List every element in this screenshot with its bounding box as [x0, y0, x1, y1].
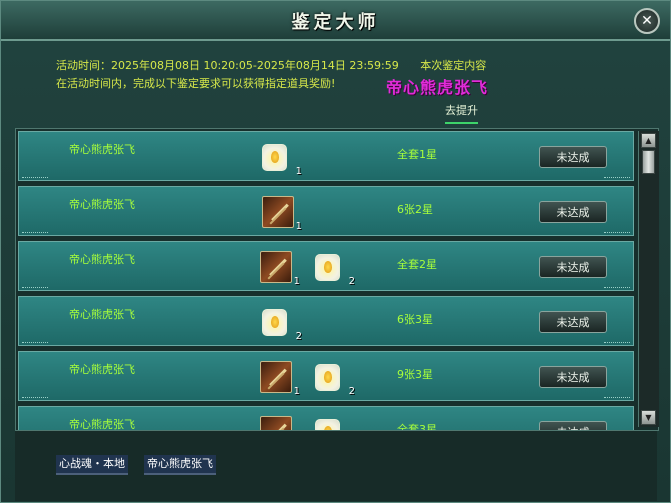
task-row: 帝心熊虎张飞 2 6张3星 未达成	[18, 296, 634, 346]
row-hero-name: 帝心熊虎张飞	[69, 253, 135, 266]
status-button[interactable]: 未达成	[539, 421, 607, 430]
item-quantity: 2	[295, 331, 302, 342]
activity-time: 活动时间：2025年08月08日 10:20:05-2025年08月14日 23…	[56, 59, 399, 72]
reward-item-slot[interactable]: 1	[260, 361, 300, 397]
task-row: 帝心熊虎张飞 1 全套1星 未达成	[18, 131, 634, 181]
orb-icon	[315, 364, 340, 391]
reward-item-slot[interactable]: 1	[260, 251, 300, 287]
corner-ornament	[22, 336, 48, 343]
item-quantity: 2	[348, 276, 355, 287]
sword-icon	[260, 361, 292, 393]
status-button[interactable]: 未达成	[539, 201, 607, 223]
task-row: 帝心熊虎张飞 1 2 9张3星 未达成	[18, 351, 634, 401]
sword-icon	[260, 251, 292, 283]
item-quantity: 1	[293, 386, 300, 397]
corner-ornament	[604, 336, 630, 343]
row-hero-name: 帝心熊虎张飞	[69, 363, 135, 376]
corner-ornament	[22, 171, 48, 178]
bottom-bar: 心战魂・本地 帝心熊虎张飞	[15, 431, 657, 501]
reward-item-slot[interactable]: 2	[315, 251, 355, 287]
item-quantity: 1	[295, 221, 302, 232]
reward-item-slot[interactable]: 2	[315, 361, 355, 397]
requirement-text: 全套1星	[397, 148, 437, 161]
item-quantity: 2	[348, 386, 355, 397]
orb-icon	[315, 419, 340, 430]
arrow-down-icon: ▼	[645, 413, 652, 422]
requirement-text: 6张2星	[397, 203, 433, 216]
orb-icon	[262, 309, 287, 336]
reward-item-slot[interactable]: 1	[262, 141, 302, 177]
corner-ornament	[604, 171, 630, 178]
window-title: 鉴定大师	[291, 12, 380, 33]
requirement-text: 全套3星	[397, 423, 437, 431]
tag-feature-name[interactable]: 帝心熊虎张飞	[144, 455, 216, 475]
tag-heart-soul-local[interactable]: 心战魂・本地	[56, 455, 128, 475]
status-button[interactable]: 未达成	[539, 311, 607, 333]
orb-icon	[262, 144, 287, 171]
corner-ornament	[604, 391, 630, 398]
row-hero-name: 帝心熊虎张飞	[69, 143, 135, 156]
item-quantity: 1	[293, 276, 300, 287]
corner-ornament	[604, 226, 630, 233]
activity-description: 在活动时间内，完成以下鉴定要求可以获得指定道具奖励!	[56, 77, 336, 90]
scroll-down-button[interactable]: ▼	[641, 410, 656, 425]
status-button[interactable]: 未达成	[539, 256, 607, 278]
requirement-text: 6张3星	[397, 313, 433, 326]
scroll-up-button[interactable]: ▲	[641, 133, 656, 148]
corner-ornament	[22, 226, 48, 233]
reward-item-slot[interactable]: 1	[262, 196, 302, 232]
task-row: 帝心熊虎张飞 1 全套3星 未达成	[18, 406, 634, 431]
arrow-up-icon: ▲	[645, 136, 652, 145]
requirement-text: 全套2星	[397, 258, 437, 271]
close-icon: ✕	[641, 13, 653, 29]
row-hero-name: 帝心熊虎张飞	[69, 418, 135, 431]
scroll-thumb[interactable]	[642, 150, 655, 174]
list-scrollbar[interactable]: ▲ ▼	[638, 131, 659, 427]
sword-icon	[262, 196, 294, 228]
row-hero-name: 帝心熊虎张飞	[69, 198, 135, 211]
go-upgrade-link[interactable]: 去提升	[445, 102, 478, 124]
close-button[interactable]: ✕	[634, 8, 660, 34]
identify-master-window: 鉴定大师 ✕ 活动时间：2025年08月08日 10:20:05-2025年08…	[0, 0, 671, 503]
corner-ornament	[604, 281, 630, 288]
corner-ornament	[22, 391, 48, 398]
orb-icon	[315, 254, 340, 281]
task-row: 帝心熊虎张飞 1 2 全套2星 未达成	[18, 241, 634, 291]
item-quantity: 1	[295, 166, 302, 177]
sword-icon	[260, 416, 292, 430]
status-button[interactable]: 未达成	[539, 366, 607, 388]
reward-item-slot[interactable]	[315, 416, 349, 430]
reward-item-slot[interactable]: 1	[260, 416, 294, 430]
status-button[interactable]: 未达成	[539, 146, 607, 168]
content-label: 本次鉴定内容	[420, 59, 487, 72]
reward-item-slot[interactable]: 2	[262, 306, 302, 342]
task-row: 帝心熊虎张飞 1 6张2星 未达成	[18, 186, 634, 236]
feature-name: 帝心熊虎张飞	[386, 78, 489, 97]
task-list: 帝心熊虎张飞 1 全套1星 未达成 帝心熊虎张飞 1 6张2星 未达成 帝心熊虎张飞 1 2 全套2星…	[15, 128, 659, 431]
requirement-text: 9张3星	[397, 368, 433, 381]
title-bar: 鉴定大师 ✕	[1, 1, 670, 41]
corner-ornament	[22, 281, 48, 288]
row-hero-name: 帝心熊虎张飞	[69, 308, 135, 321]
